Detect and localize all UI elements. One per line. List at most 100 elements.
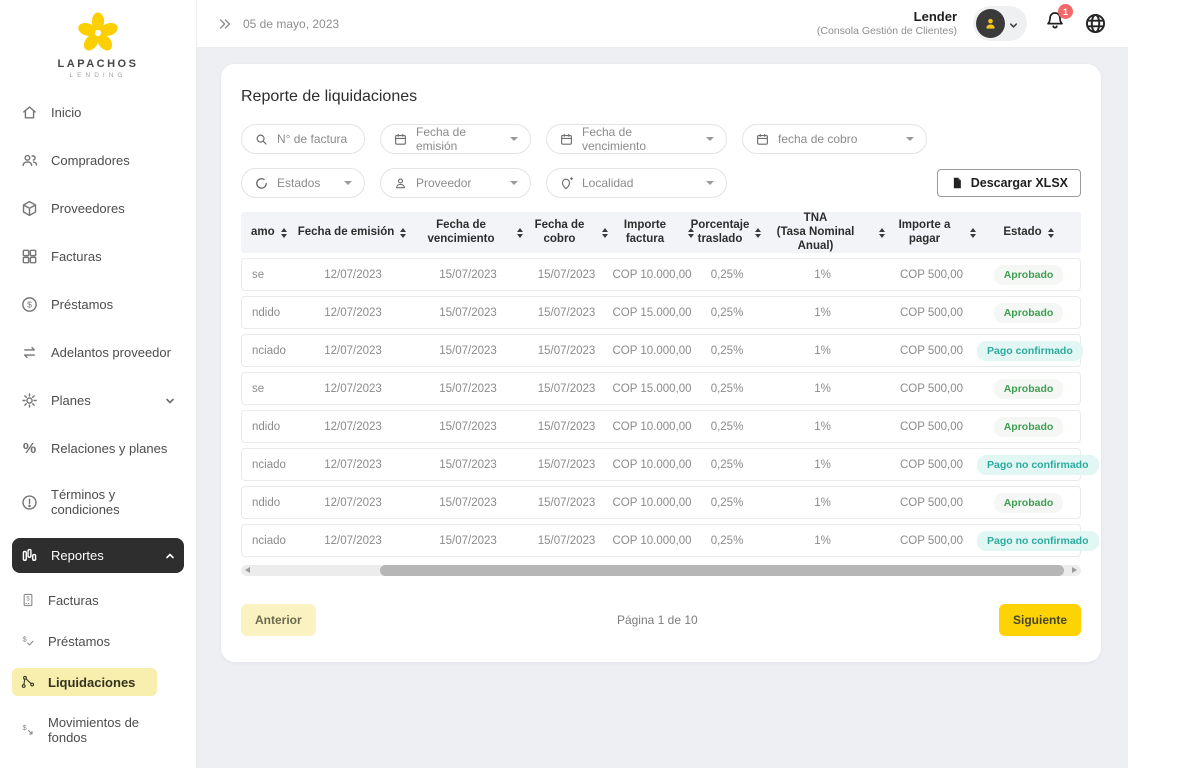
user-info: Lender (Consola Gestión de Clientes) bbox=[817, 9, 957, 38]
language-button[interactable] bbox=[1083, 11, 1108, 36]
sidebar-item-inicio[interactable]: Inicio bbox=[12, 95, 184, 130]
issue-date-filter[interactable]: Fecha de emisión bbox=[380, 124, 531, 154]
sidebar-subitem-label: Facturas bbox=[48, 593, 99, 608]
chevron-down-icon bbox=[344, 181, 352, 185]
filter-placeholder: Fecha de vencimiento bbox=[582, 125, 698, 153]
location-pin-icon bbox=[559, 176, 574, 191]
users-icon bbox=[20, 151, 39, 170]
dollar-check-icon: $ bbox=[20, 633, 36, 649]
table-row[interactable]: se 12/07/2023 15/07/2023 15/07/2023 COP … bbox=[241, 372, 1081, 405]
sidebar-subitem-label: Préstamos bbox=[48, 634, 110, 649]
locality-filter[interactable]: Localidad bbox=[546, 168, 727, 198]
calendar-icon bbox=[755, 132, 770, 147]
sort-icon bbox=[281, 228, 287, 238]
table-row[interactable]: nciado 12/07/2023 15/07/2023 15/07/2023 … bbox=[241, 334, 1081, 367]
next-page-button[interactable]: Siguiente bbox=[999, 604, 1081, 636]
column-header-fecha-emision[interactable]: Fecha de emisión bbox=[293, 226, 411, 240]
receipt-icon: $ bbox=[20, 592, 36, 608]
sidebar-item-facturas[interactable]: Facturas bbox=[12, 239, 184, 274]
sidebar-item-label: Préstamos bbox=[51, 297, 113, 312]
table-row[interactable]: ndido 12/07/2023 15/07/2023 15/07/2023 C… bbox=[241, 296, 1081, 329]
scrollbar-thumb[interactable] bbox=[380, 565, 1065, 576]
previous-page-button[interactable]: Anterior bbox=[241, 604, 316, 636]
sidebar-subitem-label: Movimientos de fondos bbox=[48, 715, 176, 745]
status-badge: Aprobado bbox=[994, 303, 1064, 323]
collection-date-filter[interactable]: fecha de cobro bbox=[742, 124, 927, 154]
chevron-down-icon bbox=[164, 395, 176, 407]
due-date-filter[interactable]: Fecha de vencimiento bbox=[546, 124, 727, 154]
table-row[interactable]: nciado 12/07/2023 15/07/2023 15/07/2023 … bbox=[241, 448, 1081, 481]
sort-icon bbox=[1048, 228, 1054, 238]
column-header-prestamo[interactable]: amo bbox=[241, 226, 293, 240]
chevron-up-icon bbox=[164, 550, 176, 562]
sidebar-subitem-prestamos[interactable]: $ Préstamos bbox=[12, 627, 184, 655]
svg-text:$: $ bbox=[27, 300, 32, 310]
column-header-fecha-cobro[interactable]: Fecha de cobro bbox=[523, 219, 608, 247]
invoice-number-filter[interactable]: N° de factura bbox=[241, 124, 365, 154]
horizontal-scrollbar[interactable] bbox=[241, 565, 1081, 576]
status-badge: Pago no confirmado bbox=[977, 531, 1099, 551]
column-header-fecha-vencimiento[interactable]: Fecha de vencimiento bbox=[411, 219, 523, 247]
person-icon bbox=[982, 15, 999, 32]
brand-tagline: LENDING bbox=[70, 72, 127, 79]
status-badge: Aprobado bbox=[994, 493, 1064, 513]
table-row[interactable]: ndido 12/07/2023 15/07/2023 15/07/2023 C… bbox=[241, 410, 1081, 443]
calendar-icon bbox=[559, 132, 574, 147]
app-window: LAPACHOS LENDING Inicio Compradores Prov… bbox=[0, 0, 1181, 768]
filters-row-1: N° de factura Fecha de emisión Fecha de … bbox=[241, 124, 1081, 154]
column-header-porcentaje-traslado[interactable]: Porcentajetraslado bbox=[694, 219, 758, 247]
scroll-right-icon[interactable] bbox=[1072, 567, 1077, 573]
sidebar-subitem-liquidaciones[interactable]: Liquidaciones bbox=[12, 668, 157, 696]
dollar-circle-icon: $ bbox=[20, 295, 39, 314]
sidebar-item-label: Proveedores bbox=[51, 201, 125, 216]
person-icon bbox=[393, 176, 408, 191]
chevron-down-icon bbox=[906, 137, 914, 141]
bar-chart-icon bbox=[20, 546, 39, 565]
gear-icon bbox=[20, 391, 39, 410]
status-badge: Aprobado bbox=[994, 379, 1064, 399]
column-header-tna[interactable]: TNA(Tasa Nominal Anual) bbox=[758, 212, 885, 253]
sidebar-item-relaciones-y-planes[interactable]: % Relaciones y planes bbox=[12, 431, 184, 466]
sidebar-subitem-facturas[interactable]: $ Facturas bbox=[12, 586, 184, 614]
avatar bbox=[976, 9, 1005, 38]
report-card: Reporte de liquidaciones N° de factura F… bbox=[221, 64, 1101, 662]
percent-icon: % bbox=[20, 439, 39, 458]
states-filter[interactable]: Estados bbox=[241, 168, 365, 198]
sidebar-item-label: Adelantos proveedor bbox=[51, 345, 171, 360]
sidebar-item-terminos-y-condiciones[interactable]: Términos y condiciones bbox=[12, 479, 184, 525]
sidebar-item-reportes[interactable]: Reportes bbox=[12, 538, 184, 573]
column-header-importe-factura[interactable]: Importe factura bbox=[608, 219, 694, 247]
calendar-icon bbox=[393, 132, 408, 147]
sidebar-collapse-icon[interactable] bbox=[217, 16, 233, 32]
sidebar-item-adelantos-proveedor[interactable]: Adelantos proveedor bbox=[12, 335, 184, 370]
sidebar-item-label: Relaciones y planes bbox=[51, 441, 167, 456]
table-row[interactable]: se 12/07/2023 15/07/2023 15/07/2023 COP … bbox=[241, 258, 1081, 291]
info-circle-icon bbox=[20, 493, 39, 512]
table-row[interactable]: nciado 12/07/2023 15/07/2023 15/07/2023 … bbox=[241, 524, 1081, 557]
sidebar-item-prestamos[interactable]: $ Préstamos bbox=[12, 287, 184, 322]
pagination: Anterior Página 1 de 10 Siguiente bbox=[241, 604, 1081, 636]
provider-filter[interactable]: Proveedor bbox=[380, 168, 531, 198]
table-row[interactable]: ndido 12/07/2023 15/07/2023 15/07/2023 C… bbox=[241, 486, 1081, 519]
download-xlsx-button[interactable]: Descargar XLSX bbox=[937, 169, 1081, 197]
chevron-down-icon bbox=[706, 137, 714, 141]
scroll-left-icon[interactable] bbox=[245, 567, 250, 573]
filters-row-2: Estados Proveedor Localidad Descargar XL… bbox=[241, 168, 1081, 198]
topbar: 05 de mayo, 2023 Lender (Consola Gestión… bbox=[197, 0, 1128, 48]
notifications-button[interactable]: 1 bbox=[1043, 9, 1067, 38]
column-header-importe-a-pagar[interactable]: Importe a pagar bbox=[885, 219, 976, 247]
flower-logo-icon bbox=[75, 10, 121, 56]
user-name: Lender bbox=[817, 9, 957, 25]
sidebar-item-compradores[interactable]: Compradores bbox=[12, 143, 184, 178]
sidebar-subitem-aranceles-de-servicios[interactable]: Aranceles de servicios bbox=[12, 764, 184, 768]
sidebar-item-planes[interactable]: Planes bbox=[12, 383, 184, 418]
document-icon bbox=[950, 176, 964, 190]
sidebar-item-proveedores[interactable]: Proveedores bbox=[12, 191, 184, 226]
content-area: Reporte de liquidaciones N° de factura F… bbox=[197, 48, 1128, 768]
dollar-arrow-icon: $ bbox=[20, 722, 36, 738]
column-header-estado[interactable]: Estado bbox=[976, 226, 1081, 240]
filter-placeholder: Proveedor bbox=[416, 176, 471, 190]
sidebar-subitem-movimientos-de-fondos[interactable]: $ Movimientos de fondos bbox=[12, 709, 184, 751]
filter-placeholder: N° de factura bbox=[277, 132, 347, 146]
user-menu[interactable] bbox=[973, 6, 1027, 41]
